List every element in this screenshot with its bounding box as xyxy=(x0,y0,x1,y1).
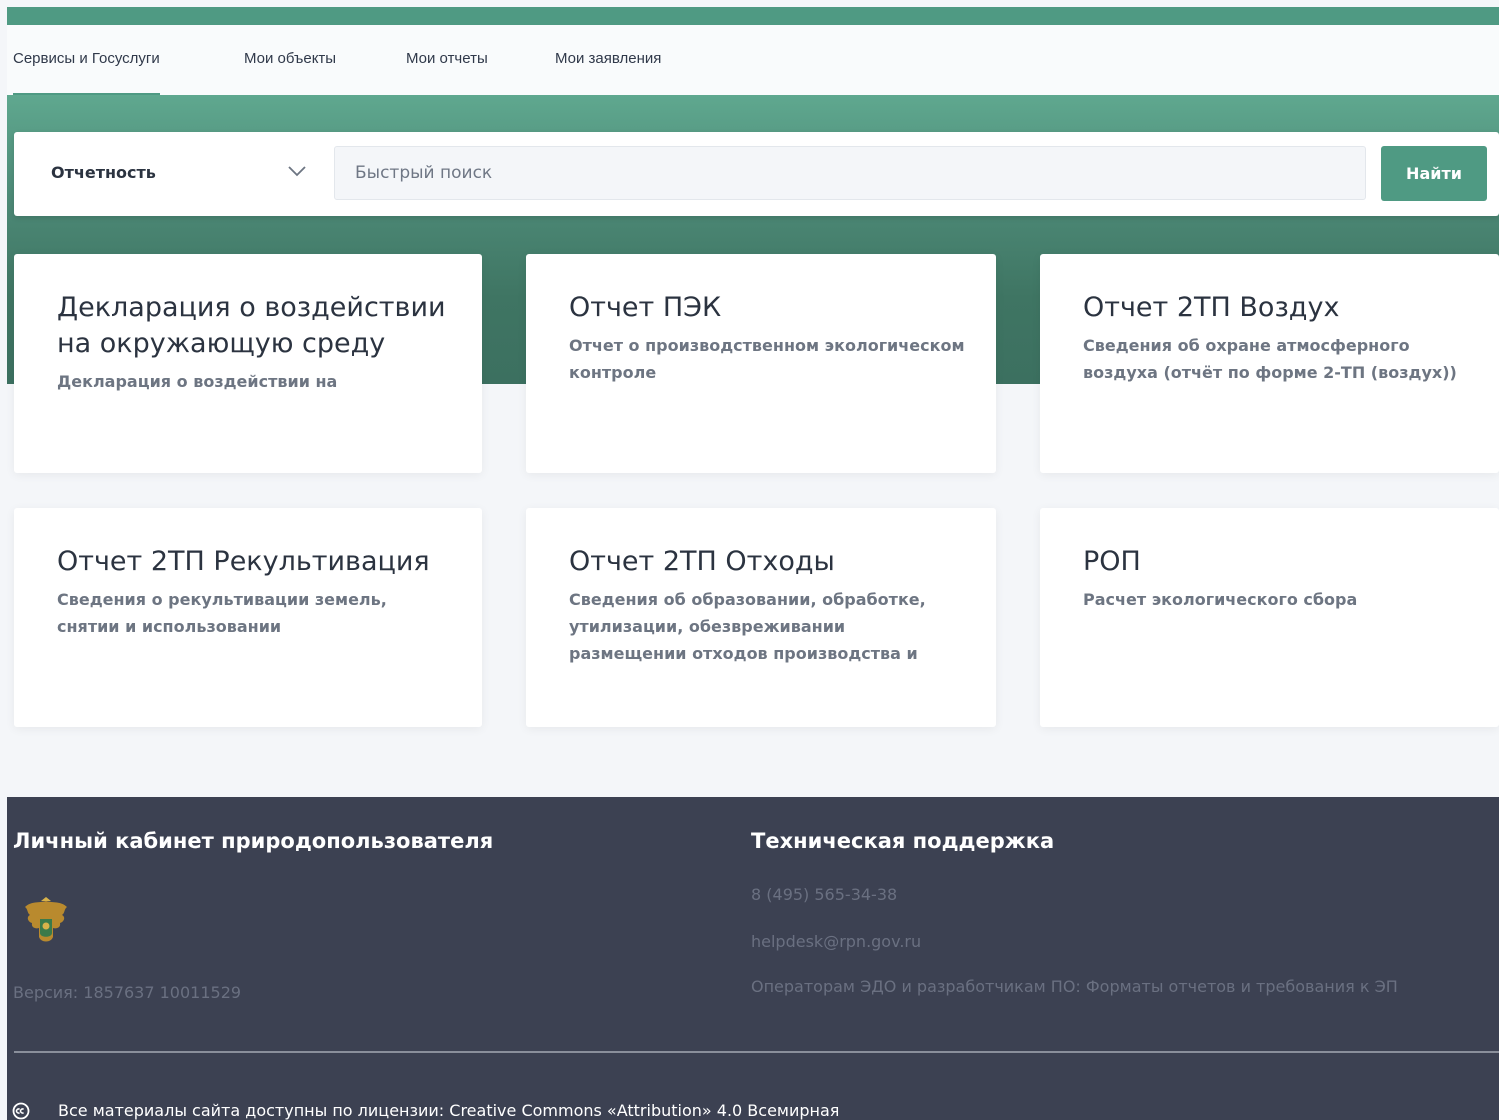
card-description: Сведения об образовании, обработке, утил… xyxy=(569,590,926,663)
version-text: Версия: 1857637 10011529 xyxy=(13,983,242,1002)
tab-my-objects[interactable]: Мои объекты xyxy=(244,25,336,95)
service-card-2tp-recultivation[interactable]: Отчет 2ТП Рекультивация Сведения о рекул… xyxy=(14,508,482,727)
card-description: Расчет экологического сбора xyxy=(1083,590,1358,609)
top-accent-strip xyxy=(7,7,1499,25)
card-title: Отчет 2ТП Рекультивация xyxy=(57,546,430,577)
card-title: Декларация о воздействии на окружающую с… xyxy=(57,292,446,359)
service-card-pek[interactable]: Отчет ПЭК Отчет о производственном эколо… xyxy=(526,254,996,473)
card-title: Отчет ПЭК xyxy=(569,292,722,323)
search-button[interactable]: Найти xyxy=(1381,146,1487,201)
search-input[interactable] xyxy=(334,146,1366,200)
search-panel: Отчетность Найти xyxy=(14,132,1499,216)
service-card-2tp-waste[interactable]: Отчет 2ТП Отходы Сведения об образовании… xyxy=(526,508,996,727)
chevron-down-icon xyxy=(288,166,306,177)
card-title: Отчет 2ТП Воздух xyxy=(1083,292,1340,323)
category-select[interactable]: Отчетность xyxy=(14,132,334,216)
footer: Личный кабинет природопользователя Верси… xyxy=(7,797,1499,1120)
card-description: Декларация о воздействии на xyxy=(57,372,338,391)
main-tabs: Сервисы и Госуслуги Мои объекты Мои отче… xyxy=(7,25,1499,95)
support-phone-link[interactable]: 8 (495) 565-34-38 xyxy=(751,885,897,904)
card-description: Сведения о рекультивации земель, снятии … xyxy=(57,590,387,636)
service-card-declaration[interactable]: Декларация о воздействии на окружающую с… xyxy=(14,254,482,473)
creative-commons-icon xyxy=(12,1102,30,1120)
support-email-link[interactable]: helpdesk@rpn.gov.ru xyxy=(751,932,921,951)
tab-my-reports[interactable]: Мои отчеты xyxy=(406,25,488,95)
service-card-2tp-air[interactable]: Отчет 2ТП Воздух Сведения об охране атмо… xyxy=(1040,254,1499,473)
emblem-icon xyxy=(25,897,67,942)
card-title: Отчет 2ТП Отходы xyxy=(569,546,835,577)
card-title: РОП xyxy=(1083,546,1141,577)
tab-my-applications[interactable]: Мои заявления xyxy=(555,25,661,95)
license-text: Все материалы сайта доступны по лицензии… xyxy=(58,1101,840,1120)
support-title: Техническая поддержка xyxy=(751,829,1055,853)
operators-formats-link[interactable]: Операторам ЭДО и разработчикам ПО: Форма… xyxy=(751,977,1398,996)
category-select-label: Отчетность xyxy=(51,163,156,182)
tab-services[interactable]: Сервисы и Госуслуги xyxy=(13,25,160,95)
card-description: Отчет о производственном экологическом к… xyxy=(569,336,965,382)
card-description: Сведения об охране атмосферного воздуха … xyxy=(1083,336,1457,382)
footer-cabinet-title: Личный кабинет природопользователя xyxy=(13,829,494,853)
service-card-rop[interactable]: РОП Расчет экологического сбора xyxy=(1040,508,1499,727)
footer-divider xyxy=(14,1051,1499,1053)
